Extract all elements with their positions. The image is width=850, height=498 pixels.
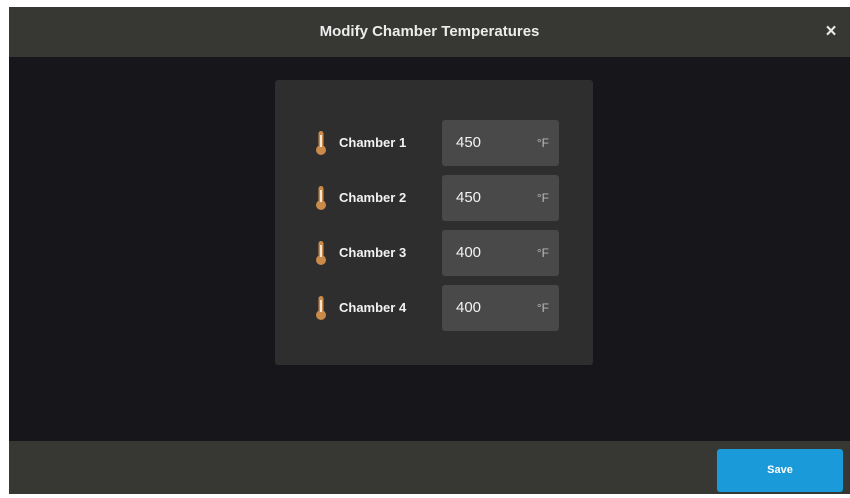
chamber-row-2: Chamber 2 450 °F	[275, 175, 593, 221]
dialog-title-bar: Modify Chamber Temperatures ×	[9, 7, 850, 57]
temperature-value: 400	[456, 299, 482, 316]
chamber-3-temperature-input[interactable]: 400 °F	[442, 230, 559, 276]
chamber-row-1: Chamber 1 450 °F	[275, 120, 593, 166]
close-icon[interactable]: ×	[818, 19, 844, 45]
chamber-row-4: Chamber 4 400 °F	[275, 285, 593, 331]
temperature-unit: °F	[536, 246, 549, 260]
thermometer-icon	[316, 131, 326, 155]
chamber-2-temperature-input[interactable]: 450 °F	[442, 175, 559, 221]
chamber-1-temperature-input[interactable]: 450 °F	[442, 120, 559, 166]
chamber-row-3: Chamber 3 400 °F	[275, 230, 593, 276]
save-button[interactable]: Save	[717, 449, 843, 492]
thermometer-icon	[316, 241, 326, 265]
temperature-unit: °F	[536, 301, 549, 315]
temperature-value: 450	[456, 189, 482, 206]
chamber-4-temperature-input[interactable]: 400 °F	[442, 285, 559, 331]
thermometer-icon	[316, 186, 326, 210]
temperature-unit: °F	[536, 191, 549, 205]
temperature-unit: °F	[536, 136, 549, 150]
chamber-label: Chamber 1	[339, 135, 407, 150]
dialog-footer: Save	[9, 441, 850, 494]
chamber-label: Chamber 4	[339, 300, 407, 315]
temperature-value: 450	[456, 134, 482, 151]
dialog-title: Modify Chamber Temperatures	[319, 23, 540, 40]
modify-temperatures-dialog: Modify Chamber Temperatures × Chamber 1 …	[9, 7, 850, 494]
chamber-temperature-panel: Chamber 1 450 °F Chamber 2 450 °F Chambe…	[275, 80, 593, 365]
thermometer-icon	[316, 296, 326, 320]
chamber-label: Chamber 2	[339, 190, 407, 205]
temperature-value: 400	[456, 244, 482, 261]
chamber-label: Chamber 3	[339, 245, 407, 260]
